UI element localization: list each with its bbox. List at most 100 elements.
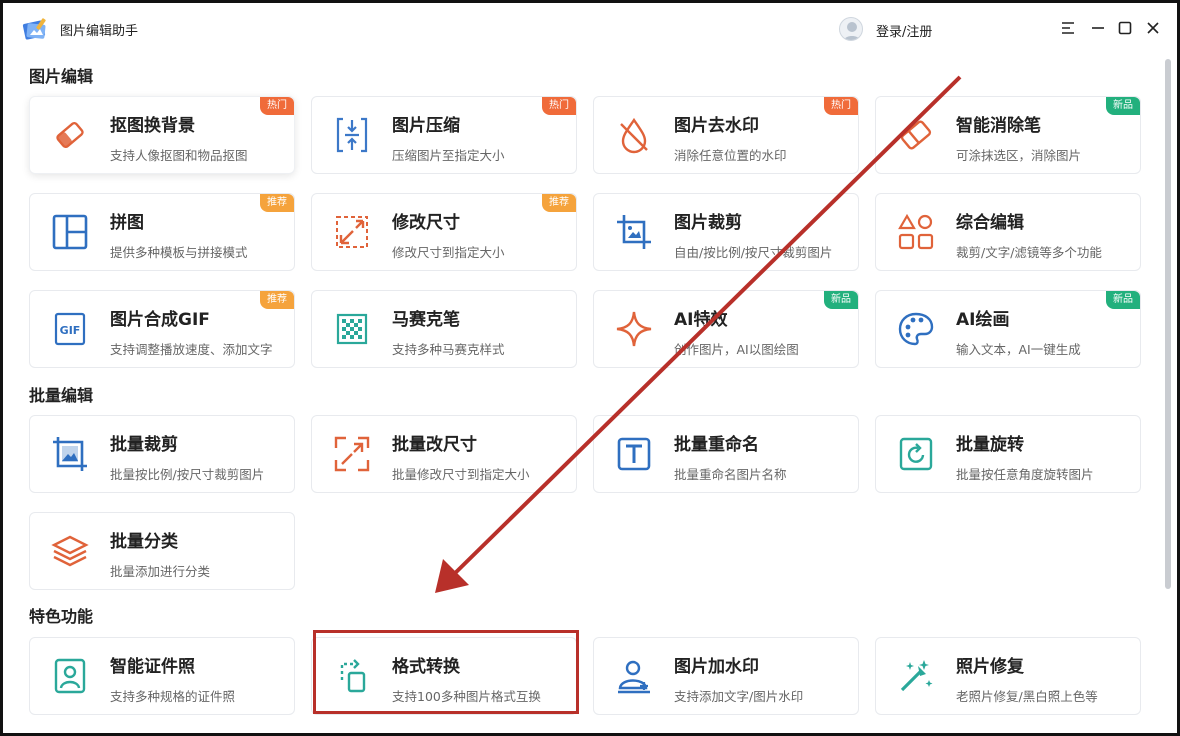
tool-card-resize[interactable]: 修改尺寸 修改尺寸到指定大小 推荐 [311,193,577,271]
eraser-outline-icon [896,115,936,155]
menu-icon [1062,22,1074,34]
login-register-link[interactable]: 登录/注册 [876,21,932,40]
tool-desc: 提供多种模板与拼接模式 [110,245,248,260]
svg-text:GIF: GIF [60,324,81,337]
tool-desc: 支持调整播放速度、添加文字 [110,342,273,357]
tool-card-batch-rotate[interactable]: 批量旋转 批量按任意角度旋转图片 [875,415,1141,493]
tool-name: 图片压缩 [392,116,460,136]
scrollbar-thumb[interactable] [1165,59,1171,589]
tool-desc: 老照片修复/黑白照上色等 [956,689,1098,704]
watermark-icon [614,656,654,696]
tool-desc: 压缩图片至指定大小 [392,148,505,163]
tool-card-format-convert[interactable]: 格式转换 支持100多种图片格式互换 [311,637,577,715]
tool-card-gif[interactable]: GIF 图片合成GIF 支持调整播放速度、添加文字 推荐 [29,290,295,368]
tool-name: 抠图换背景 [110,116,195,136]
tool-card-add-watermark[interactable]: 图片加水印 支持添加文字/图片水印 [593,637,859,715]
sparkle-icon [614,309,654,349]
tool-name: 图片去水印 [674,116,759,136]
tool-desc: 支持多种马赛克样式 [392,342,505,357]
palette-icon [896,309,936,349]
tool-desc: 支持添加文字/图片水印 [674,689,804,704]
tool-desc: 消除任意位置的水印 [674,148,787,163]
maximize-button[interactable] [1114,17,1136,39]
tool-card-smart-eraser[interactable]: 智能消除笔 可涂抹选区，消除图片 新品 [875,96,1141,174]
tool-desc: 修改尺寸到指定大小 [392,245,505,260]
tool-card-comprehensive-edit[interactable]: 综合编辑 裁剪/文字/滤镜等多个功能 [875,193,1141,271]
badge-new: 新品 [824,291,858,309]
badge-new: 新品 [1106,291,1140,309]
section-title-features: 特色功能 [29,607,94,626]
tool-desc: 支持人像抠图和物品抠图 [110,148,248,163]
tool-card-ai-effects[interactable]: AI特效 创作图片，AI以图绘图 新品 [593,290,859,368]
tool-name: 马赛克笔 [392,310,460,330]
gif-icon: GIF [50,309,90,349]
tool-card-mosaic[interactable]: 马赛克笔 支持多种马赛克样式 [311,290,577,368]
tool-name: 批量分类 [110,532,178,552]
close-icon [1147,22,1159,34]
tool-desc: 输入文本，AI一键生成 [956,342,1081,357]
tool-name: 照片修复 [956,657,1024,677]
rotate-icon [896,434,936,474]
eraser-icon [50,115,90,155]
badge-hot: 热门 [824,97,858,115]
maximize-icon [1118,21,1132,35]
section-title-image-edit: 图片编辑 [29,67,94,86]
badge-hot: 热门 [542,97,576,115]
tool-name: 智能证件照 [110,657,195,677]
avatar[interactable] [839,17,863,41]
tool-card-collage[interactable]: 拼图 提供多种模板与拼接模式 推荐 [29,193,295,271]
tool-card-compress[interactable]: 图片压缩 压缩图片至指定大小 热门 [311,96,577,174]
tool-desc: 支持多种规格的证件照 [110,689,236,704]
tool-card-batch-rename[interactable]: 批量重命名 批量重命名图片名称 [593,415,859,493]
tool-desc: 自由/按比例/按尺寸裁剪图片 [674,245,833,260]
no-drop-icon [614,115,654,155]
tool-name: 图片合成GIF [110,310,210,330]
tool-card-crop[interactable]: 图片裁剪 自由/按比例/按尺寸裁剪图片 [593,193,859,271]
badge-recommend: 推荐 [260,291,294,309]
layers-icon [50,531,90,571]
shapes-icon [896,212,936,252]
tool-name: 拼图 [110,213,144,233]
magic-wand-icon [896,656,936,696]
tool-desc: 支持100多种图片格式互换 [392,689,541,704]
tool-name: 格式转换 [392,657,460,677]
tool-card-photo-restore[interactable]: 照片修复 老照片修复/黑白照上色等 [875,637,1141,715]
resize-icon [332,212,372,252]
tool-card-batch-crop[interactable]: 批量裁剪 批量按比例/按尺寸裁剪图片 [29,415,295,493]
tool-desc: 批量添加进行分类 [110,564,211,579]
menu-button[interactable] [1057,17,1079,39]
convert-icon [332,656,372,696]
text-box-icon [614,434,654,474]
tool-card-batch-classify[interactable]: 批量分类 批量添加进行分类 [29,512,295,590]
tool-card-batch-resize[interactable]: 批量改尺寸 批量修改尺寸到指定大小 [311,415,577,493]
crop-image-icon [50,434,90,474]
tool-desc: 批量按任意角度旋转图片 [956,467,1094,482]
tool-name: 批量改尺寸 [392,435,477,455]
minimize-button[interactable] [1087,17,1109,39]
app-logo-icon [21,16,49,44]
tool-name: 图片加水印 [674,657,759,677]
badge-new: 新品 [1106,97,1140,115]
tool-card-ai-painting[interactable]: AI绘画 输入文本，AI一键生成 新品 [875,290,1141,368]
mosaic-icon [332,309,372,349]
app-title: 图片编辑助手 [60,24,139,39]
tool-name: 图片裁剪 [674,213,742,233]
tool-card-cutout[interactable]: 抠图换背景 支持人像抠图和物品抠图 热门 [29,96,295,174]
layout-icon [50,212,90,252]
badge-recommend: 推荐 [260,194,294,212]
tool-name: AI绘画 [956,310,1010,330]
minimize-icon [1092,27,1104,29]
tool-card-id-photo[interactable]: 智能证件照 支持多种规格的证件照 [29,637,295,715]
close-button[interactable] [1142,17,1164,39]
tool-name: 修改尺寸 [392,213,460,233]
badge-hot: 热门 [260,97,294,115]
tool-name: 批量重命名 [674,435,759,455]
tool-card-remove-watermark[interactable]: 图片去水印 消除任意位置的水印 热门 [593,96,859,174]
tool-desc: 裁剪/文字/滤镜等多个功能 [956,245,1102,260]
tool-desc: 创作图片，AI以图绘图 [674,342,799,357]
tool-desc: 可涂抹选区，消除图片 [956,148,1082,163]
badge-recommend: 推荐 [542,194,576,212]
compress-icon [332,115,372,155]
tool-name: AI特效 [674,310,728,330]
tool-desc: 批量重命名图片名称 [674,467,787,482]
